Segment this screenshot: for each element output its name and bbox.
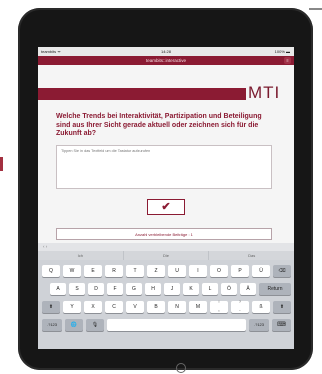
key-p[interactable]: P [231, 265, 249, 277]
key-x[interactable]: X [84, 301, 102, 313]
key-m[interactable]: M [189, 301, 207, 313]
prev-next-arrows-icon[interactable]: ‹ › [43, 244, 47, 249]
top-edge-marker [309, 8, 322, 10]
key-g[interactable]: G [126, 283, 142, 295]
key-v[interactable]: V [126, 301, 144, 313]
key-q[interactable]: Q [42, 265, 60, 277]
side-edge-marker [0, 157, 3, 171]
key-bottom-glyph: . [239, 307, 241, 313]
key-z[interactable]: Z [147, 265, 165, 277]
key-r[interactable]: R [105, 265, 123, 277]
key-k[interactable]: K [183, 283, 199, 295]
numbers-key-right[interactable]: .?123 [249, 319, 269, 331]
key-j[interactable]: J [164, 283, 180, 295]
brand-logo: MTI [248, 83, 281, 102]
battery-indicator: 100% ▬ [274, 49, 290, 54]
checkmark-icon: ✔ [161, 200, 171, 213]
key-question-period[interactable]: ? . [231, 300, 249, 313]
clock: 14:28 [160, 49, 171, 54]
shift-left-key[interactable]: ⬆ [42, 301, 60, 313]
key-top-glyph: ! [218, 300, 220, 304]
key-a[interactable]: A [50, 283, 66, 295]
key-t[interactable]: T [126, 265, 144, 277]
keyboard-nav-bar: ‹ › [38, 243, 294, 251]
backspace-key[interactable]: ⌫ [273, 265, 291, 277]
key-w[interactable]: W [63, 265, 81, 277]
suggestion-item[interactable]: Ich [38, 251, 124, 260]
key-exclaim-comma[interactable]: ! , [210, 300, 228, 313]
home-button[interactable] [176, 363, 186, 373]
numbers-key-left[interactable]: .?123 [42, 319, 62, 331]
submit-button[interactable]: ✔ [147, 199, 185, 215]
key-l[interactable]: L [202, 283, 218, 295]
app-title: teambits::interactive [145, 58, 187, 63]
key-c[interactable]: C [105, 301, 123, 313]
return-key[interactable]: Return [259, 283, 291, 295]
key-f[interactable]: F [107, 283, 123, 295]
hide-keyboard-icon[interactable]: ⌨ [272, 319, 291, 331]
globe-icon[interactable]: 🌐 [65, 319, 83, 331]
status-bar: teambits ᯤ 14:28 100% ▬ [38, 47, 294, 56]
suggestion-bar: Ich Die Das [38, 251, 294, 260]
key-h[interactable]: H [145, 283, 161, 295]
suggestion-item[interactable]: Die [124, 251, 210, 260]
remaining-contributions: Anzahl verbleibende Beiträge : 1 [56, 228, 272, 240]
key-oe[interactable]: Ö [221, 283, 237, 295]
key-ue[interactable]: Ü [252, 265, 270, 277]
app-title-bar: teambits::interactive ≡ [38, 56, 294, 65]
shift-right-key[interactable]: ⬆ [273, 301, 291, 313]
key-s[interactable]: S [69, 283, 85, 295]
key-b[interactable]: B [147, 301, 165, 313]
onscreen-keyboard: ‹ › Ich Die Das Q W E R T Z U I O P Ü ⌫ … [38, 243, 294, 349]
key-o[interactable]: O [210, 265, 228, 277]
microphone-icon[interactable]: 🎙 [86, 319, 104, 331]
menu-icon[interactable]: ≡ [284, 57, 291, 64]
key-n[interactable]: N [168, 301, 186, 313]
key-d[interactable]: D [88, 283, 104, 295]
screen: teambits ᯤ 14:28 100% ▬ teambits::intera… [38, 47, 294, 349]
question-page: MTI Welche Trends bei Interaktivität, Pa… [38, 65, 294, 251]
question-text: Welche Trends bei Interaktivität, Partiz… [56, 113, 262, 137]
key-top-glyph: ? [239, 300, 241, 304]
key-e[interactable]: E [84, 265, 102, 277]
key-u[interactable]: U [168, 265, 186, 277]
suggestion-item[interactable]: Das [209, 251, 294, 260]
key-y[interactable]: Y [63, 301, 81, 313]
answer-textarea[interactable] [56, 145, 272, 189]
key-i[interactable]: I [189, 265, 207, 277]
brand-bar [38, 88, 246, 100]
key-bottom-glyph: , [218, 307, 220, 313]
key-sz[interactable]: ß [252, 301, 270, 313]
key-ae[interactable]: Ä [240, 283, 256, 295]
space-bar[interactable] [107, 319, 246, 331]
